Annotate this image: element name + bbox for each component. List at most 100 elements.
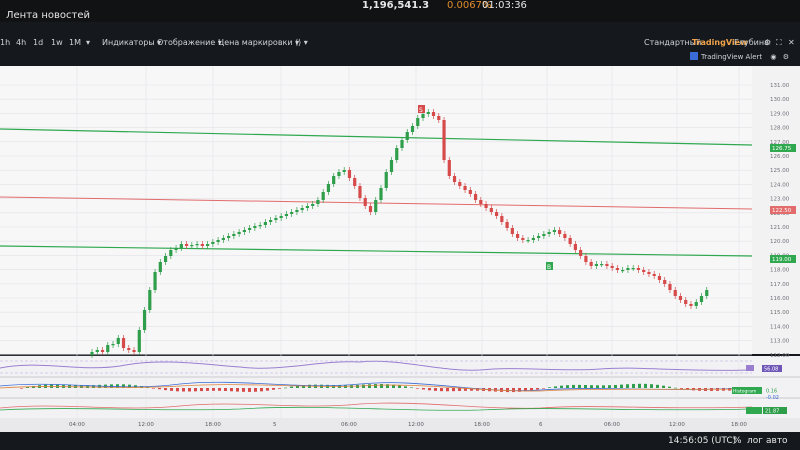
macd-hist-bar — [200, 388, 203, 392]
macd-hist-bar — [182, 388, 185, 392]
candle-body — [253, 226, 257, 228]
macd-hist-bar — [152, 388, 155, 389]
macd-hist-bar — [608, 385, 611, 388]
time-tick-label: 12:00 — [138, 422, 154, 428]
rsi-value: 56.08 — [764, 367, 778, 373]
macd-hist-bar — [218, 388, 221, 391]
macd-hist-bar — [536, 388, 539, 390]
macd-hist-bar — [158, 388, 161, 390]
macd-hist-bar — [212, 388, 215, 391]
level-tag-bottom-label: 119.00 — [772, 257, 792, 263]
third-indicator-tag — [746, 407, 762, 414]
candle-body — [647, 272, 651, 274]
candle-body — [363, 198, 367, 206]
bottom-bar: 14:56:05 (UTC) % лог авто — [0, 432, 800, 450]
percent-scale-toggle[interactable]: % — [733, 436, 742, 446]
candle-body — [384, 172, 388, 188]
candle-body — [184, 244, 189, 246]
macd-hist-bar — [596, 385, 599, 388]
candle-body — [269, 220, 273, 222]
macd-hist-bar — [236, 388, 239, 392]
price-tick-label: 131.00 — [770, 83, 790, 89]
macd-hist-bar — [560, 385, 563, 388]
candle-body — [179, 244, 183, 248]
candle-body — [573, 244, 577, 250]
macd-hist-bar — [194, 388, 197, 392]
candle-body — [589, 262, 593, 266]
macd-hist-bar — [548, 387, 551, 388]
candle-body — [242, 230, 246, 232]
candle-body — [347, 170, 352, 178]
sell-marker-label: S — [419, 107, 423, 114]
price-tick-label: 115.00 — [770, 310, 790, 316]
utc-clock: 14:56:05 (UTC) — [668, 436, 737, 446]
third-indicator-value: 21.87 — [765, 409, 779, 415]
auto-scale-toggle[interactable]: авто — [766, 436, 788, 446]
level-tag-top-label: 126.75 — [772, 146, 792, 152]
candle-body — [636, 268, 641, 270]
candle-body — [279, 216, 283, 218]
rsi-tag-marker — [746, 365, 754, 371]
candle-body — [463, 186, 467, 190]
candle-body — [227, 236, 231, 238]
candle-body — [127, 348, 131, 350]
macd-hist-bar — [398, 385, 401, 388]
candle-body — [631, 268, 635, 270]
candle-body — [484, 204, 488, 208]
price-tick-label: 116.00 — [770, 296, 790, 302]
macd-hist-value: 0.16 — [766, 389, 777, 395]
candle-body — [610, 266, 614, 268]
candle-body — [421, 114, 425, 118]
candle-body — [263, 222, 267, 225]
candle-body — [379, 188, 383, 200]
candle-body — [258, 225, 262, 227]
macd-hist-bar — [668, 386, 671, 388]
candle-body — [505, 222, 509, 228]
candle-body — [642, 270, 646, 272]
trading-screen: Лента новостей 1,196,541.3 0.0067% 01:03… — [0, 0, 800, 450]
candle-body — [137, 330, 141, 352]
macd-hist-bar — [278, 388, 281, 389]
candle-body — [500, 216, 504, 222]
candle-body — [563, 234, 567, 238]
candle-body — [678, 296, 683, 300]
candle-body — [284, 214, 289, 216]
candle-body — [705, 290, 709, 296]
log-scale-toggle[interactable]: лог — [747, 436, 763, 446]
price-tick-label: 114.00 — [770, 324, 790, 330]
candle-body — [494, 212, 499, 216]
candle-body — [657, 276, 662, 280]
candle-body — [211, 242, 215, 244]
candle-body — [205, 244, 210, 246]
candle-body — [190, 245, 194, 247]
candle-body — [405, 132, 409, 140]
candle-body — [163, 256, 168, 262]
candle-body — [510, 228, 514, 234]
chart-canvas[interactable]: 131.00130.00129.00128.00127.00126.00125.… — [0, 0, 800, 450]
macd-hist-bar — [20, 388, 23, 389]
candle-body — [479, 200, 483, 204]
candle-body — [169, 250, 173, 256]
candle-body — [531, 238, 535, 240]
candle-body — [295, 210, 299, 212]
candle-body — [568, 238, 572, 244]
macd-hist-bar — [572, 384, 575, 388]
candle-body — [558, 230, 562, 234]
candle-body — [132, 350, 136, 352]
price-tick-label: 113.00 — [770, 339, 790, 345]
candle-body — [106, 345, 110, 352]
candle-body — [321, 192, 325, 200]
candle-body — [248, 228, 252, 230]
candle-body — [416, 118, 420, 126]
macd-hist-bar — [368, 384, 371, 388]
macd-hist-bar — [224, 388, 227, 391]
candle-body — [537, 236, 541, 238]
candle-body — [584, 256, 588, 262]
macd-hist-bar — [428, 388, 431, 391]
macd-hist-bar — [422, 388, 425, 390]
price-tick-label: 128.00 — [770, 126, 790, 132]
candle-body — [663, 280, 667, 284]
candle-body — [121, 338, 126, 348]
time-tick-label: 06:00 — [341, 422, 357, 428]
candle-body — [521, 238, 525, 240]
